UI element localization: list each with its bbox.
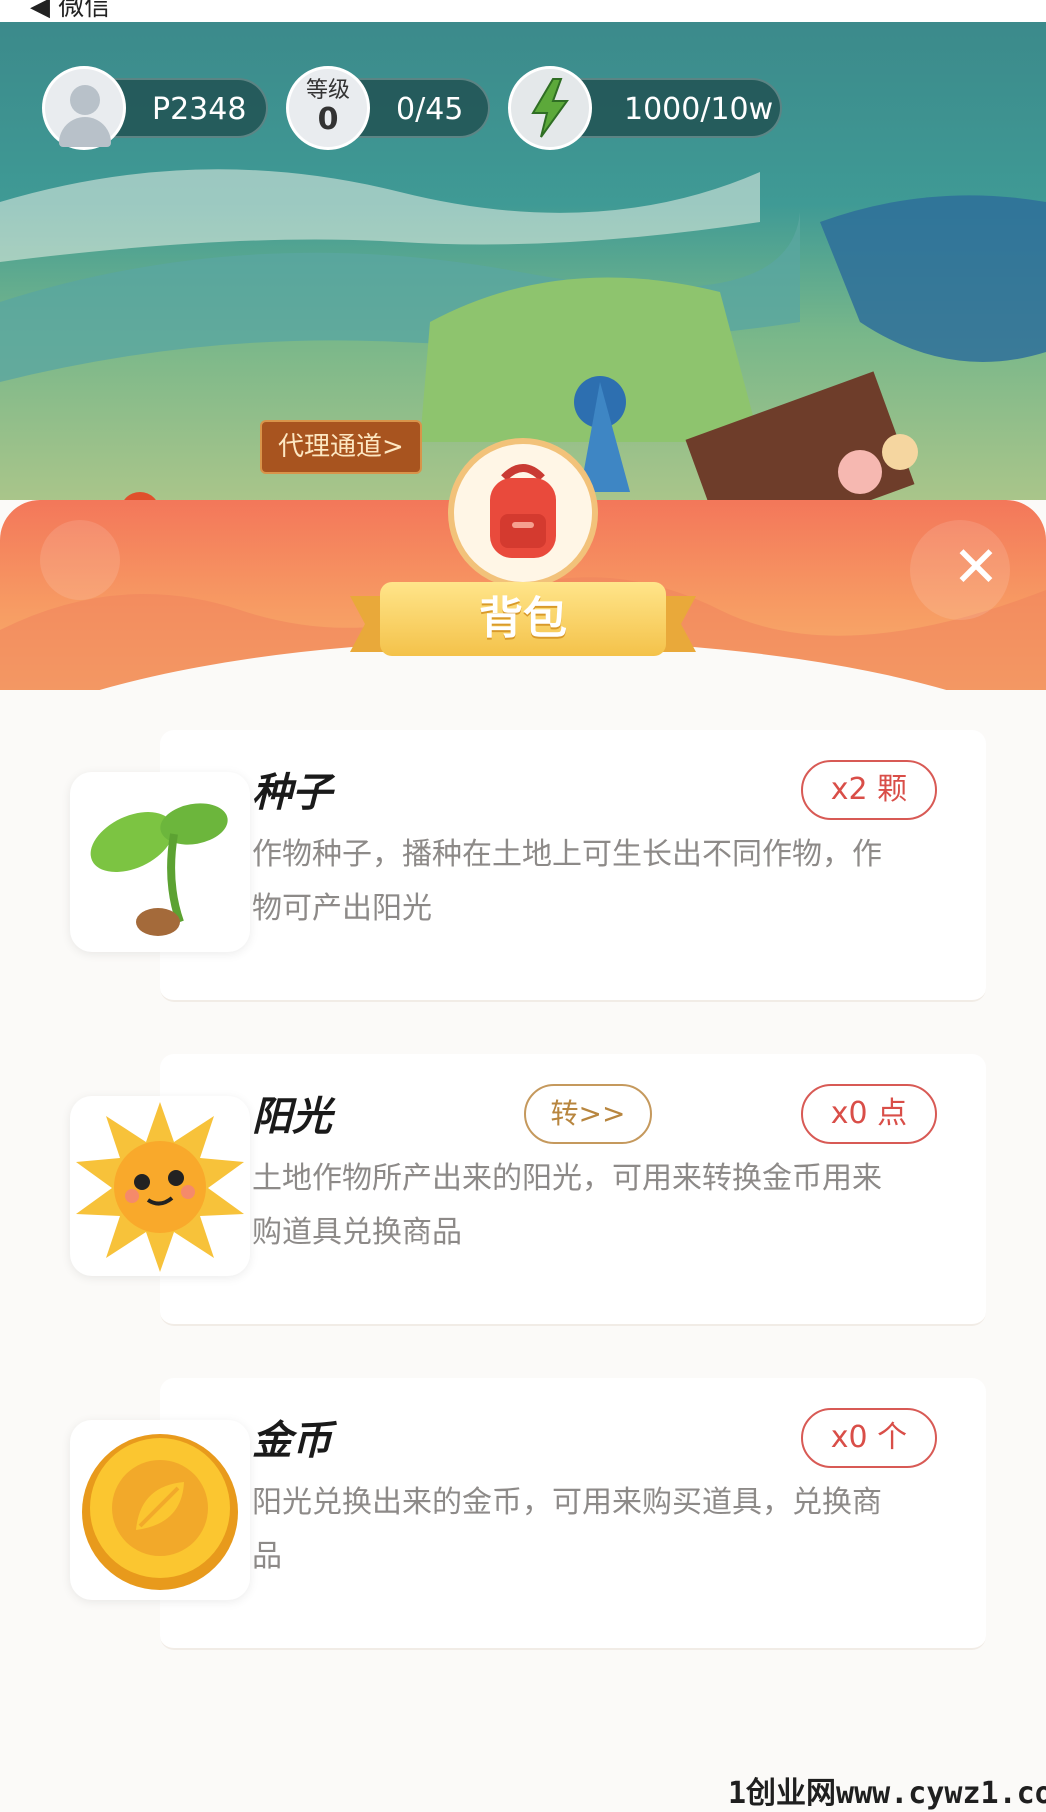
item-count-badge: x0 点: [801, 1084, 937, 1144]
seedling-icon: [90, 803, 228, 936]
backpack-title: 背包: [380, 582, 666, 656]
item-card-gold: 金币 x0 个 阳光兑换出来的金币，可用来购买道具，兑换商品: [58, 1378, 988, 1650]
close-button[interactable]: ✕: [948, 540, 1004, 596]
sun-icon: [76, 1102, 244, 1272]
close-icon: ✕: [952, 535, 1000, 600]
level-badge: 等级 0: [286, 66, 370, 150]
hud-user: P2348: [42, 66, 274, 150]
hud-energy: 1000/10w: [508, 66, 784, 150]
avatar[interactable]: [42, 66, 126, 150]
item-icon-box: [70, 1096, 250, 1276]
item-title: 阳光: [252, 1094, 332, 1140]
item-description: 阳光兑换出来的金币，可用来购买道具，兑换商品: [252, 1485, 882, 1574]
item-description: 作物种子，播种在土地上可生长出不同作物，作物可产出阳光: [252, 837, 882, 926]
item-title: 种子: [252, 770, 332, 816]
item-card-sunlight: 阳光 转>> x0 点 土地作物所产出来的阳光，可用来转换金币用来购道具兑换商品: [58, 1054, 988, 1326]
energy-text: 1000/10w: [624, 92, 774, 127]
item-count-badge: x0 个: [801, 1408, 937, 1468]
level-progress-text: 0/45: [396, 92, 464, 127]
gold-coin-icon: [82, 1434, 238, 1590]
item-icon-box: [70, 772, 250, 952]
convert-button[interactable]: 转>>: [524, 1084, 652, 1144]
energy-badge: [508, 66, 592, 150]
item-card-seed: 种子 x2 颗 作物种子，播种在土地上可生长出不同作物，作物可产出阳光: [58, 730, 988, 1002]
agent-channel-button[interactable]: 代理通道>: [260, 420, 422, 474]
level-label: 等级: [305, 78, 350, 103]
avatar-body-icon: [59, 117, 111, 147]
user-id-text: P2348: [152, 92, 247, 127]
item-icon-box: [70, 1420, 250, 1600]
item-title: 金币: [252, 1418, 332, 1464]
item-description: 土地作物所产出来的阳光，可用来转换金币用来购道具兑换商品: [252, 1161, 882, 1250]
item-count-badge: x2 颗: [801, 760, 937, 820]
backpack-icon: [490, 464, 556, 558]
level-value: 0: [317, 102, 339, 137]
backpack-icon-circle: [448, 438, 598, 588]
hud-level: 0/45 等级 0: [286, 66, 492, 150]
top-bar: ◀ 微信: [0, 0, 1046, 22]
avatar-head-icon: [70, 85, 100, 115]
watermark-text: 1创业网www.cywz1.com: [728, 1776, 1046, 1811]
back-link[interactable]: ◀ 微信: [30, 0, 110, 23]
lightning-icon: [531, 78, 569, 138]
